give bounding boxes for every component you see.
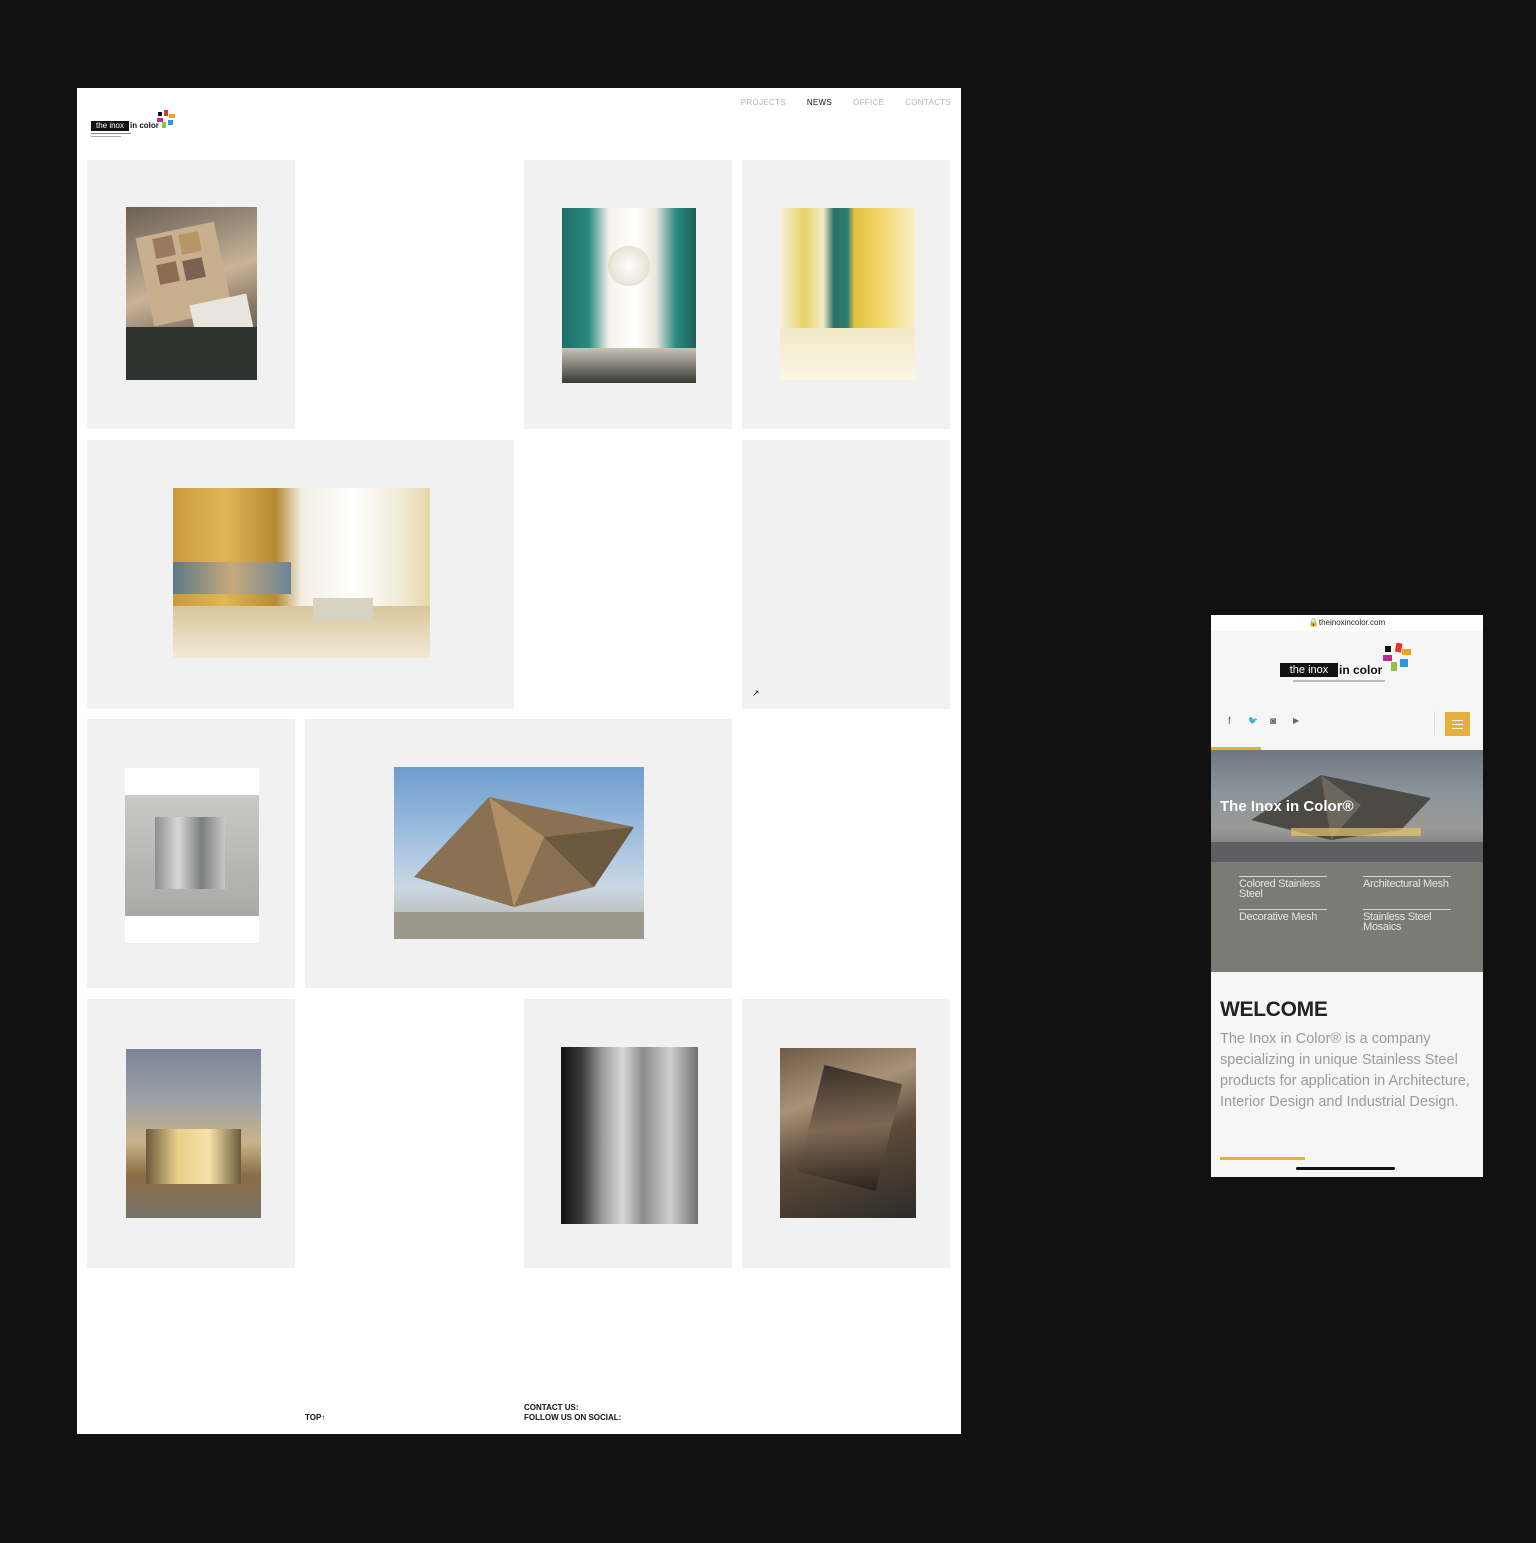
category-stainless-steel-mosaics[interactable]: Stainless Steel Mosaics [1363, 909, 1451, 933]
news-card-shop-facade[interactable] [87, 999, 295, 1268]
home-indicator [1296, 1167, 1395, 1170]
news-image-market-canopy [394, 767, 644, 939]
external-link-arrow-icon[interactable]: ↗ [752, 688, 760, 699]
news-card-catalog[interactable] [742, 999, 950, 1268]
logo-rest-text: in color [130, 121, 159, 130]
nav-office[interactable]: OFFICE [853, 98, 884, 108]
news-card-teal-interior[interactable] [524, 160, 732, 429]
mobile-header [1211, 631, 1483, 749]
nav-news[interactable]: NEWS [807, 98, 832, 108]
news-image-catalog [780, 1048, 916, 1218]
news-image-gold-office [173, 488, 430, 658]
welcome-text: The Inox in Color® is a company speciali… [1220, 1031, 1470, 1110]
welcome-accent-underline [1220, 1157, 1305, 1160]
address-bar-url[interactable]: 🔒theinoxincolor.com [1211, 615, 1483, 631]
color-star-icon [157, 110, 175, 128]
youtube-icon[interactable]: ▶ [1293, 716, 1299, 725]
category-architectural-mesh[interactable]: Architectural Mesh [1363, 876, 1451, 890]
nav-projects[interactable]: PROJECTS [741, 98, 786, 108]
nav-contacts[interactable]: CONTACTS [905, 98, 951, 108]
back-to-top-link[interactable]: TOP↑ [305, 1413, 325, 1422]
canopy-shape [394, 797, 644, 939]
logo-tagline-line-2 [91, 136, 121, 137]
welcome-heading: WELCOME [1220, 998, 1328, 1021]
news-image-shop-facade [126, 1049, 261, 1218]
logo-boxed-text: the inox [91, 121, 129, 131]
desktop-page: the inox in color PROJECTS NEWS OFFICE C… [77, 88, 961, 1434]
category-panel: Colored Stainless Steel Architectural Me… [1211, 862, 1483, 972]
mobile-logo-boxed-text[interactable]: the inox [1280, 663, 1338, 677]
mobile-logo-tagline-line [1293, 680, 1385, 682]
contact-label: CONTACT US: [524, 1403, 579, 1412]
news-image-steel-shelf [125, 768, 259, 943]
hero-title: The Inox in Color® [1220, 798, 1354, 815]
header-divider [1434, 711, 1435, 735]
news-card-gold-room[interactable] [742, 160, 950, 429]
twitter-icon[interactable]: 🐦 [1248, 716, 1258, 725]
instagram-icon[interactable]: ◙ [1270, 716, 1276, 727]
mobile-logo-rest-text[interactable]: in color [1339, 663, 1382, 677]
news-image-gold-room [780, 208, 915, 380]
mobile-color-star-icon [1383, 643, 1411, 671]
mobile-mockup: 🔒theinoxincolor.com the inox in color f … [1211, 615, 1483, 1177]
news-image-teal-interior [562, 208, 696, 383]
social-label: FOLLOW US ON SOCIAL: [524, 1413, 622, 1422]
news-card-empty[interactable]: ↗ [742, 440, 950, 709]
facebook-icon[interactable]: f [1228, 716, 1231, 727]
news-image-elevator [561, 1047, 698, 1224]
news-card-market-canopy[interactable] [305, 719, 732, 988]
category-decorative-mesh[interactable]: Decorative Mesh [1239, 909, 1327, 923]
logo-tagline-line [91, 133, 131, 134]
main-nav: PROJECTS NEWS OFFICE CONTACTS [720, 98, 951, 108]
news-image-swatch-book [126, 207, 257, 380]
hero-banner: The Inox in Color® [1211, 750, 1483, 862]
hamburger-menu-button[interactable] [1445, 712, 1470, 736]
news-card-steel-shelf[interactable] [87, 719, 295, 988]
category-colored-stainless-steel[interactable]: Colored Stainless Steel [1239, 876, 1327, 900]
news-card-swatch-book[interactable] [87, 160, 295, 429]
footer-contact: CONTACT US: FOLLOW US ON SOCIAL: [524, 1403, 621, 1423]
site-logo[interactable]: the inox in color [91, 110, 177, 140]
news-card-gold-office[interactable] [87, 440, 514, 709]
news-card-elevator[interactable] [524, 999, 732, 1268]
